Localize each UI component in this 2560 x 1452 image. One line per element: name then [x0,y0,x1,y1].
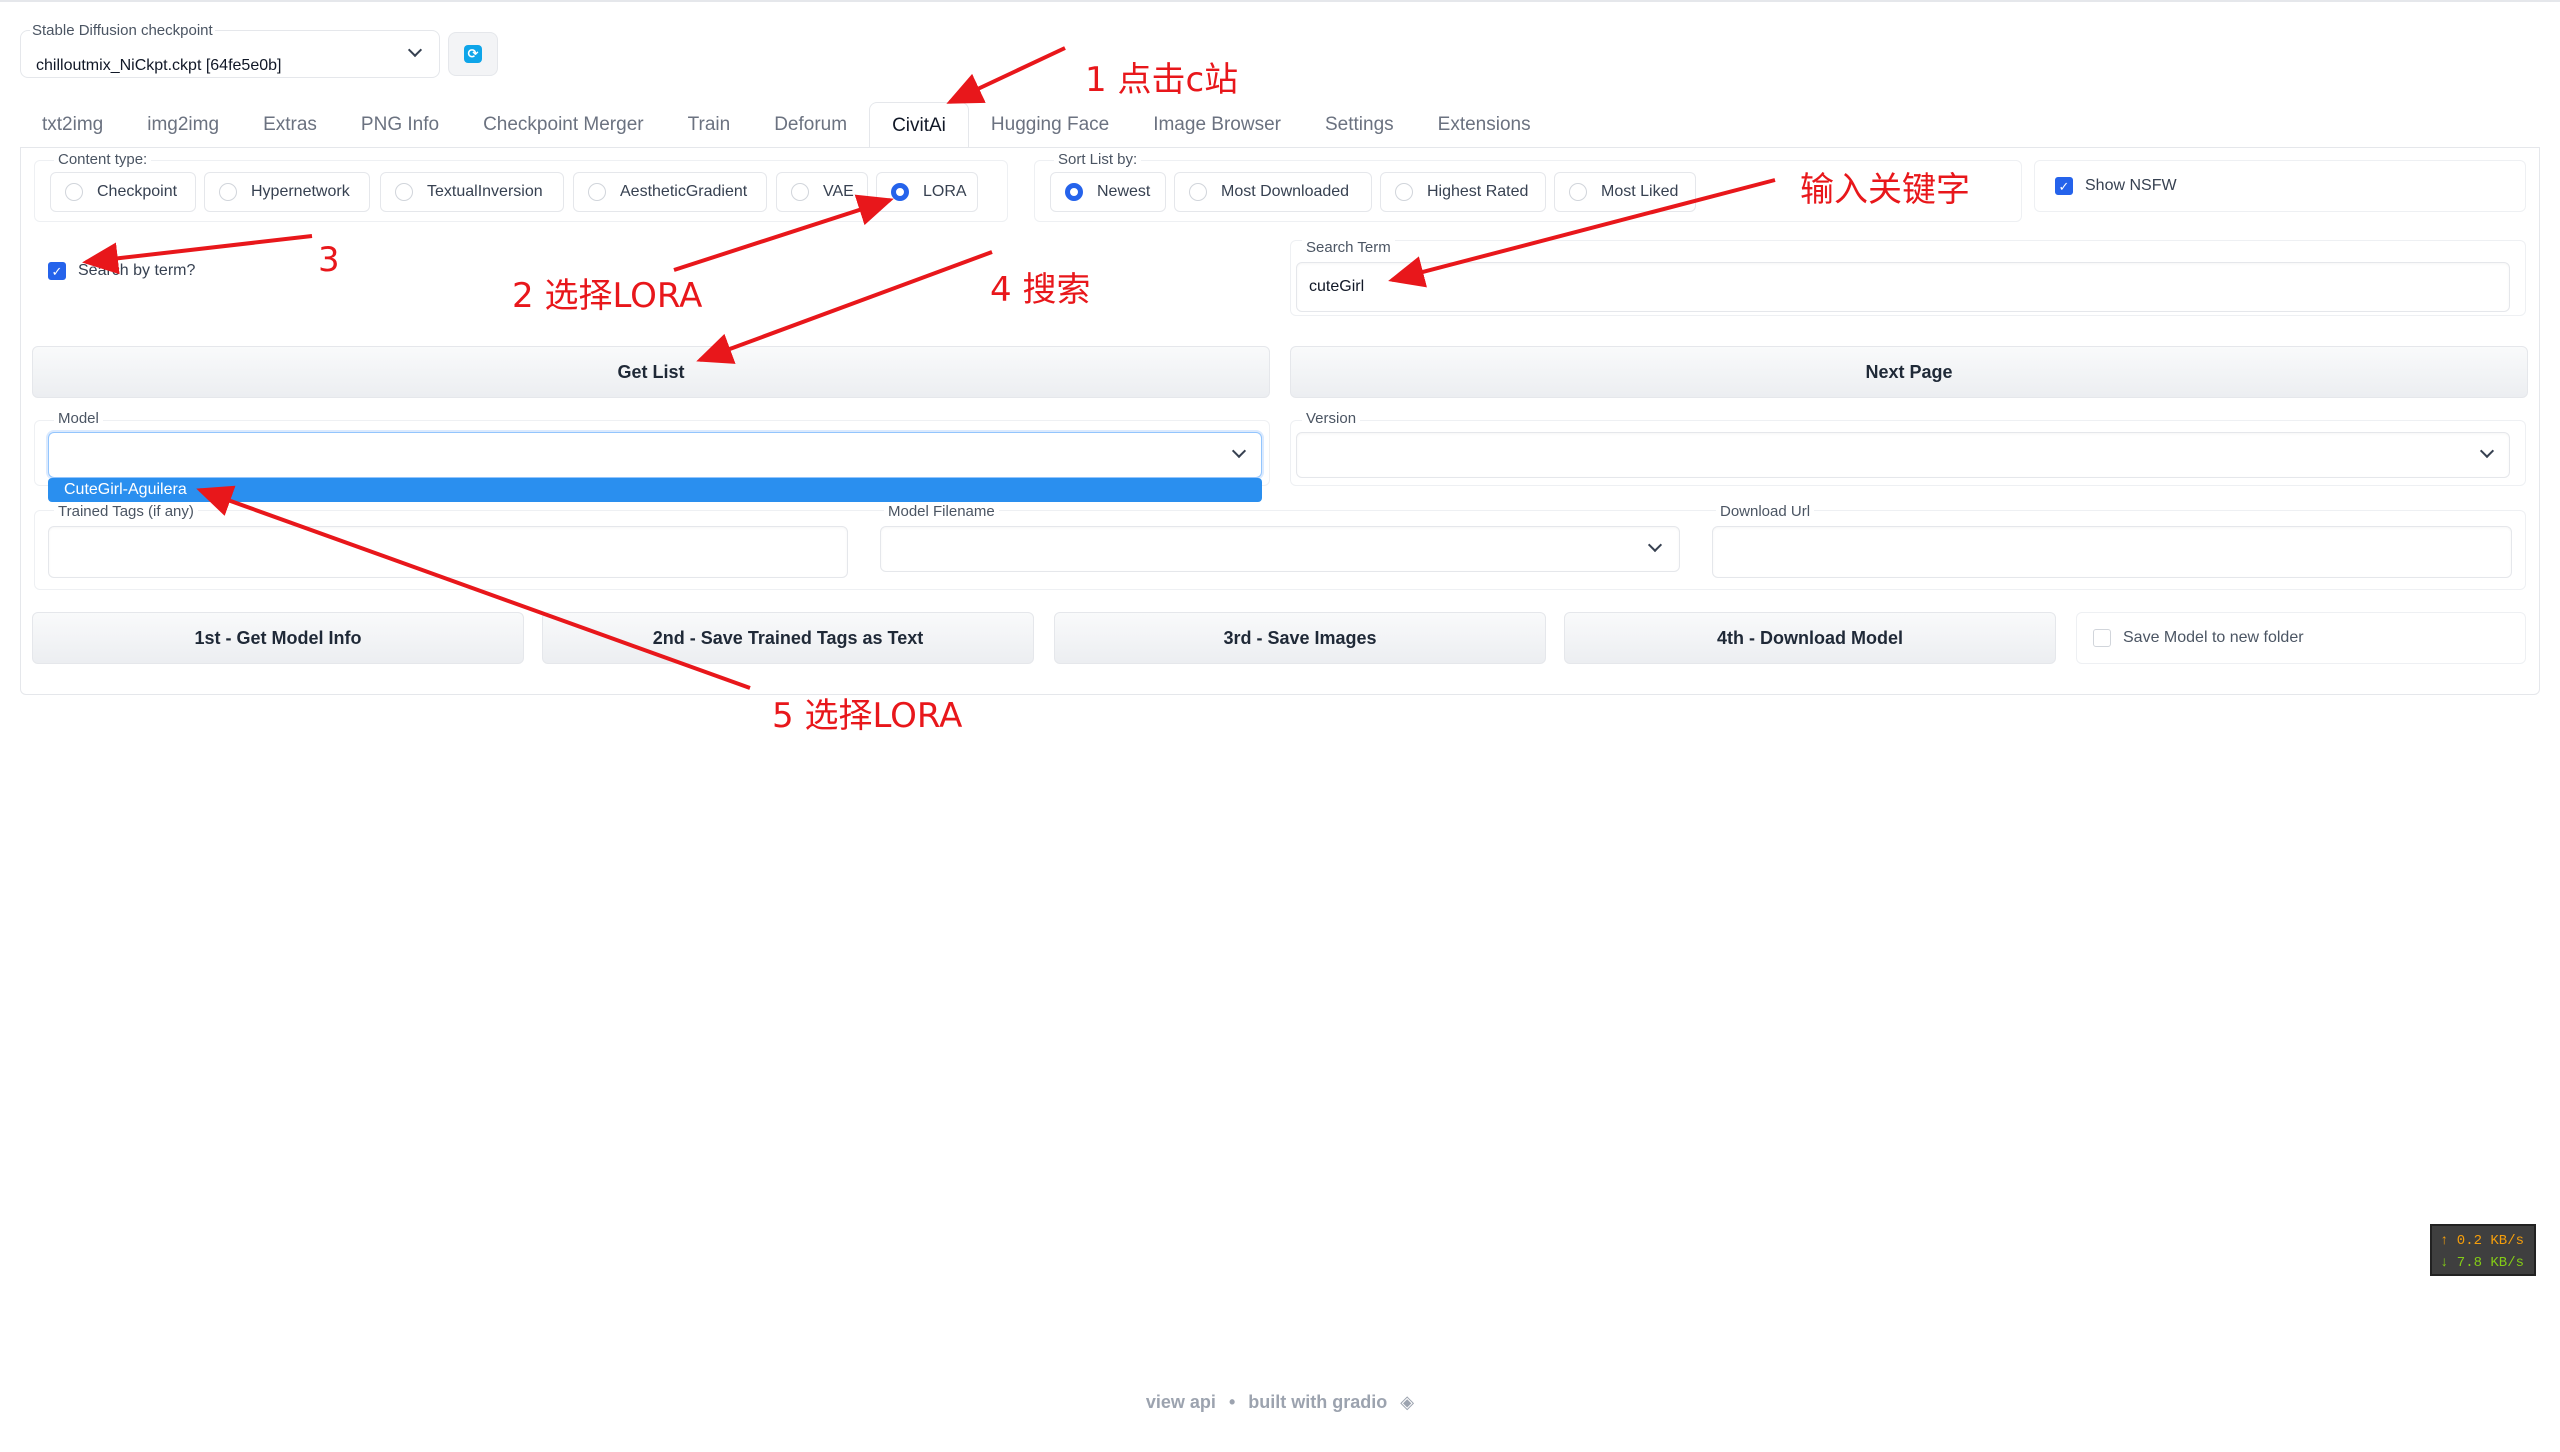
annotation-3: 3 [318,240,340,280]
gradio-logo-icon: ◈ [1400,1392,1415,1412]
annotation-1: 1 点击c站 [1085,60,1239,100]
footer: view api • built with gradio ◈ [0,1392,2560,1413]
arrow-4 [696,250,993,364]
annotation-4: 4 搜索 [990,270,1091,310]
arrow-2 [673,194,894,272]
arrow-3 [82,234,313,275]
download-speed: ↓ 7.8 KB/s [2440,1255,2525,1271]
arrow-keyword [1388,178,1776,288]
view-api-link[interactable]: view api [1146,1392,1216,1412]
annotation-keyword: 输入关键字 [1800,170,1970,210]
annotation-5: 5 选择LORA [772,696,963,736]
arrow-1 [946,46,1066,104]
footer-separator: • [1228,1392,1236,1412]
network-speed-widget: ↑ 0.2 KB/s ↓ 7.8 KB/s [2430,1224,2536,1276]
arrow-5 [196,485,751,690]
annotation-arrows [82,46,1776,690]
annotation-2: 2 选择LORA [512,276,703,316]
upload-speed: ↑ 0.2 KB/s [2440,1233,2525,1249]
built-with-gradio-link[interactable]: built with gradio [1248,1392,1387,1412]
